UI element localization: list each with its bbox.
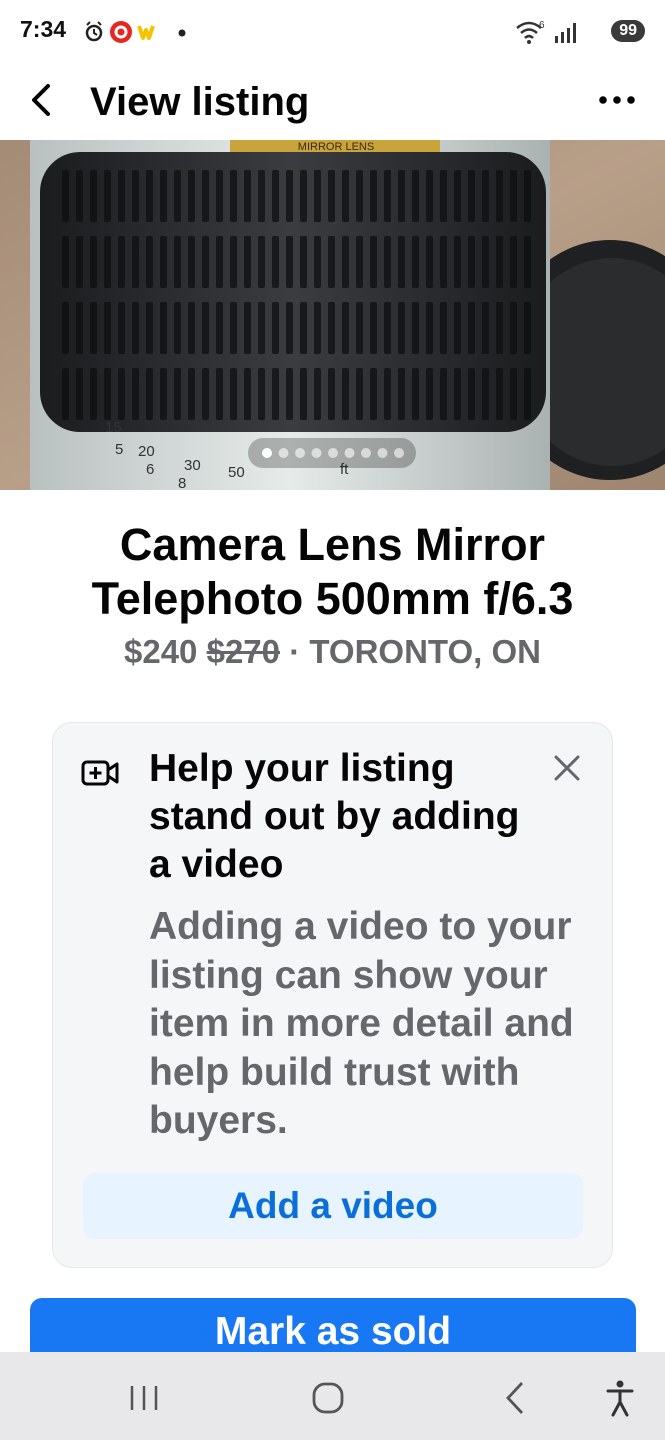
carousel-dot xyxy=(295,448,305,458)
carousel-dot xyxy=(377,448,388,458)
listing-title: Camera Lens Mirror Telephoto 500mm f/6.3 xyxy=(91,519,574,624)
home-button[interactable] xyxy=(306,1376,350,1420)
scale-label: 8 xyxy=(178,475,186,490)
more-options-button[interactable] xyxy=(595,84,639,116)
price-location-line: $240 $270 · TORONTO, ON xyxy=(20,632,645,672)
close-icon xyxy=(554,755,580,781)
carousel-dot xyxy=(344,448,355,458)
alarm-icon xyxy=(85,21,103,42)
separator: · xyxy=(289,633,310,670)
home-icon xyxy=(312,1382,344,1414)
page-title: View listing xyxy=(90,80,310,124)
listing-photo: MIRROR LENS 15 5 20 6 30 8 50 ft xyxy=(0,140,665,490)
carousel-dot xyxy=(311,448,322,458)
listing-photo-carousel[interactable]: MIRROR LENS 15 5 20 6 30 8 50 ft xyxy=(0,140,665,490)
chevron-left-icon xyxy=(32,84,50,116)
more-horizontal-icon xyxy=(599,96,635,104)
add-video-prompt-card: Help your listing stand out by adding a … xyxy=(52,722,613,1268)
status-bar: 7:34 6 99 xyxy=(0,0,665,62)
carousel-dot xyxy=(278,448,289,458)
prompt-title: Help your listing stand out by adding a … xyxy=(149,747,520,886)
listing-location: TORONTO, ON xyxy=(309,633,541,670)
video-add-icon xyxy=(81,757,121,789)
carousel-dot-active xyxy=(262,448,272,458)
prompt-body: Adding a video to your listing can show … xyxy=(149,905,574,1142)
lens-label-text: MIRROR LENS xyxy=(298,141,374,153)
scale-label: 50 xyxy=(228,464,245,481)
back-button[interactable] xyxy=(26,78,62,122)
status-system-icons: 6 99 xyxy=(515,18,645,46)
carousel-page-indicator xyxy=(262,448,404,458)
carousel-dot xyxy=(361,448,371,458)
scale-label: 15 xyxy=(105,419,122,436)
battery-icon: 99 xyxy=(611,20,645,42)
signal-icon xyxy=(555,23,576,43)
dot-icon xyxy=(178,29,186,37)
accessibility-button[interactable] xyxy=(598,1376,642,1420)
mark-as-sold-button[interactable]: Mark as sold xyxy=(30,1298,636,1358)
dismiss-prompt-button[interactable] xyxy=(552,753,582,783)
wifi-icon: 6 xyxy=(516,20,545,44)
carousel-dot xyxy=(394,448,404,458)
notification-app-icon-2 xyxy=(137,25,155,40)
notification-app-icon xyxy=(110,21,132,43)
back-icon xyxy=(506,1382,524,1414)
status-time: 7:34 xyxy=(20,16,67,42)
carousel-dot xyxy=(328,448,338,458)
scale-label: 30 xyxy=(184,457,201,474)
system-back-button[interactable] xyxy=(494,1376,538,1420)
add-video-button[interactable]: Add a video xyxy=(83,1173,583,1239)
accessibility-icon xyxy=(606,1380,634,1417)
recent-apps-button[interactable] xyxy=(122,1376,166,1420)
original-price: $270 xyxy=(206,633,281,670)
scale-label: 5 xyxy=(115,441,123,458)
top-app-bar: View listing xyxy=(0,62,665,140)
scale-label: 6 xyxy=(146,461,154,478)
svg-text:6: 6 xyxy=(539,20,545,31)
system-navigation-bar xyxy=(0,1352,665,1440)
status-notification-icons xyxy=(84,18,194,46)
scale-label: 20 xyxy=(138,443,155,460)
current-price: $240 xyxy=(124,633,198,670)
recent-apps-icon xyxy=(130,1386,158,1410)
